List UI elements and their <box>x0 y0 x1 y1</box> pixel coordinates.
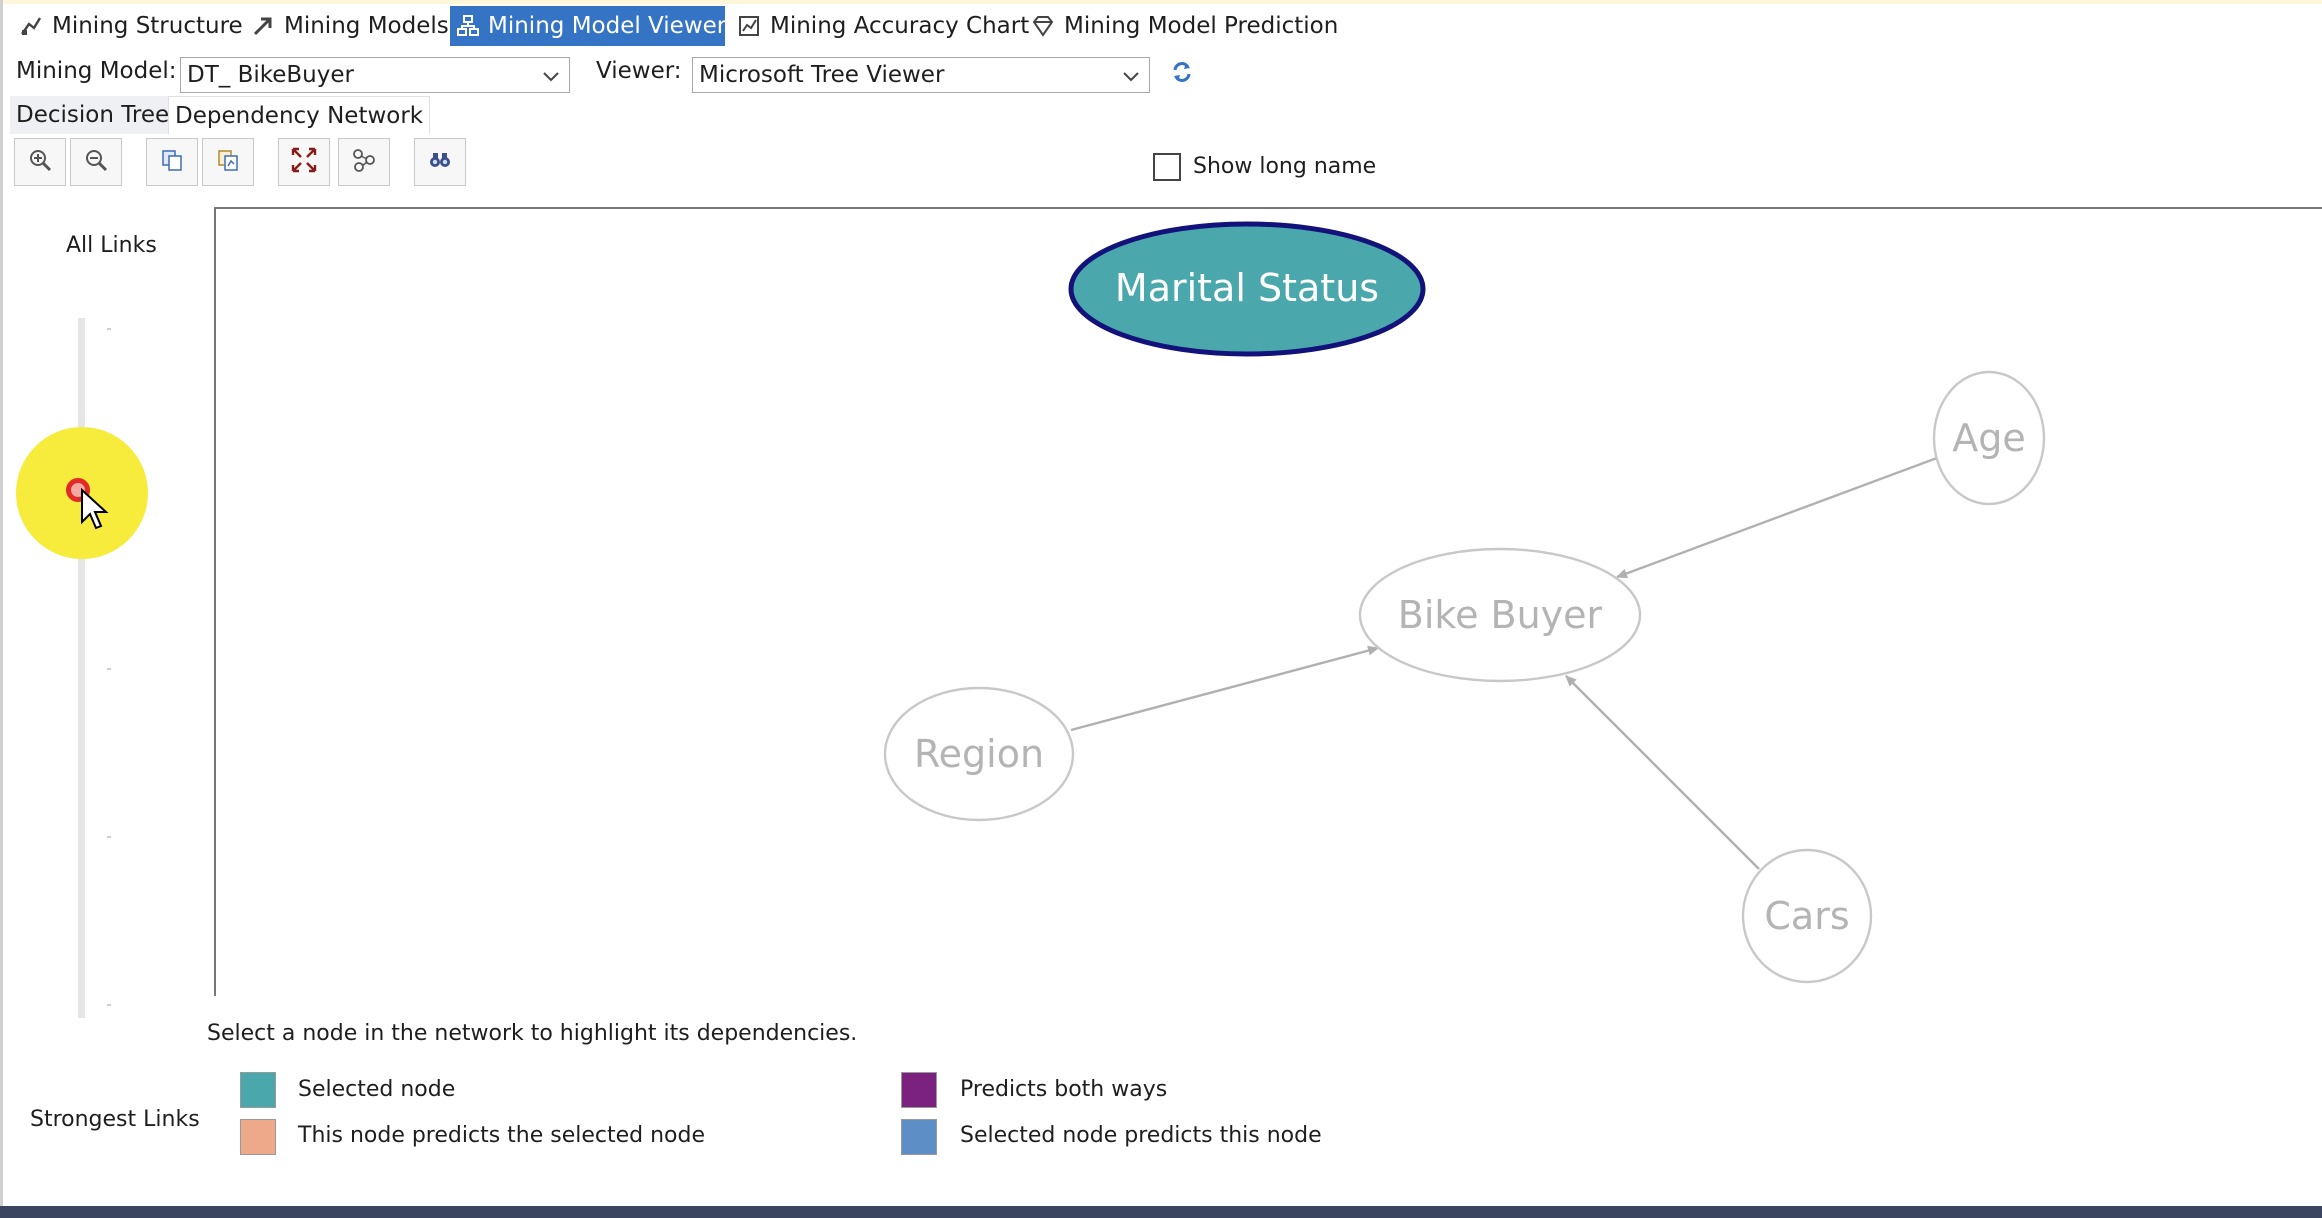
tab-dependency-network[interactable]: Dependency Network <box>168 96 431 134</box>
tab-label: Mining Structure <box>52 13 243 39</box>
node-label: Region <box>914 732 1044 776</box>
legend-label: Selected node predicts this node <box>960 1123 1322 1148</box>
subtab-label: Dependency Network <box>175 102 424 129</box>
legend-swatch-predicts-both-ways <box>901 1072 937 1108</box>
legend-label: Predicts both ways <box>960 1077 1168 1102</box>
slider-tick <box>107 328 111 330</box>
show-long-name-label: Show long name <box>1193 154 1377 179</box>
mining-structure-icon <box>18 13 44 39</box>
tab-mining-structure[interactable]: Mining Structure <box>12 6 251 46</box>
prediction-icon <box>1030 13 1056 39</box>
network-hint: Select a node in the network to highligh… <box>207 1021 858 1046</box>
tab-label: Mining Model Viewer <box>488 13 727 39</box>
chevron-down-icon <box>541 66 561 92</box>
accuracy-chart-icon <box>736 13 762 39</box>
network-node-marital-status[interactable]: Marital Status <box>1068 221 1426 357</box>
tab-decision-tree[interactable]: Decision Tree <box>10 96 176 134</box>
mining-model-label: Mining Model: <box>16 58 177 84</box>
node-label: Marital Status <box>1115 266 1379 310</box>
slider-tick <box>107 668 111 670</box>
legend-swatch-predicts-selected <box>240 1119 276 1155</box>
copy-graph-icon <box>215 147 241 177</box>
zoom-out-icon <box>83 147 109 177</box>
copy-button[interactable] <box>146 138 198 186</box>
tab-label: Mining Accuracy Chart <box>770 13 1030 39</box>
viewer-value: Microsoft Tree Viewer <box>699 62 945 88</box>
zoom-in-icon <box>27 147 53 177</box>
layout-icon <box>350 146 378 178</box>
fit-to-window-button[interactable] <box>278 138 330 186</box>
legend-label: Selected node <box>298 1077 456 1102</box>
tab-mining-accuracy-chart[interactable]: Mining Accuracy Chart <box>730 6 1037 46</box>
slider-top-label: All Links <box>66 233 157 258</box>
tab-label: Mining Models <box>284 13 449 39</box>
tab-mining-models[interactable]: Mining Models <box>244 6 457 46</box>
show-long-name-checkbox[interactable] <box>1153 153 1181 181</box>
mining-models-icon <box>250 13 276 39</box>
node-label: Bike Buyer <box>1398 593 1603 637</box>
chevron-down-icon <box>1121 66 1141 92</box>
network-node-cars[interactable]: Cars <box>1741 848 1873 984</box>
tab-mining-model-prediction[interactable]: Mining Model Prediction <box>1024 6 1346 46</box>
edge-region-to-bike-buyer <box>1070 645 1379 732</box>
legend-swatch-selected-node <box>240 1072 276 1108</box>
refresh-icon[interactable] <box>1168 58 1196 86</box>
dependency-network-canvas[interactable]: Marital Status Age Bike Buyer Region Car… <box>214 207 2322 996</box>
mining-model-value: DT_ BikeBuyer <box>187 62 354 88</box>
mouse-pointer-icon <box>80 487 110 536</box>
designer-tabs: Mining Structure Mining Models Mining Mo… <box>0 6 2322 46</box>
subtab-label: Decision Tree <box>16 102 170 128</box>
copy-graph-button[interactable] <box>202 138 254 186</box>
tab-label: Mining Model Prediction <box>1064 13 1339 39</box>
node-label: Age <box>1952 416 2026 460</box>
status-bar <box>0 1206 2322 1218</box>
window-left-edge <box>0 0 3 1218</box>
layout-button[interactable] <box>338 138 390 186</box>
link-strength-slider-track[interactable] <box>78 318 85 1018</box>
node-label: Cars <box>1764 894 1849 938</box>
legend-swatch-selected-predicts-this <box>901 1119 937 1155</box>
zoom-in-button[interactable] <box>14 138 66 186</box>
network-node-region[interactable]: Region <box>883 686 1075 822</box>
edge-cars-to-bike-buyer <box>1565 675 1760 870</box>
copy-icon <box>159 147 185 177</box>
top-accent-line <box>0 0 2322 4</box>
legend-label: This node predicts the selected node <box>298 1123 706 1148</box>
slider-tick <box>107 836 111 838</box>
tab-mining-model-viewer[interactable]: Mining Model Viewer <box>450 6 727 46</box>
find-node-icon <box>427 147 453 177</box>
viewer-dropdown[interactable]: Microsoft Tree Viewer <box>692 57 1150 93</box>
zoom-out-button[interactable] <box>70 138 122 186</box>
edge-age-to-bike-buyer <box>1616 456 1938 579</box>
fit-to-window-icon <box>290 146 318 178</box>
mining-model-dropdown[interactable]: DT_ BikeBuyer <box>180 57 570 93</box>
find-node-button[interactable] <box>414 138 466 186</box>
network-node-age[interactable]: Age <box>1932 370 2046 506</box>
slider-tick <box>107 1004 111 1006</box>
network-node-bike-buyer[interactable]: Bike Buyer <box>1358 547 1642 683</box>
slider-bottom-label: Strongest Links <box>30 1107 200 1132</box>
mining-model-viewer-icon <box>456 13 480 39</box>
viewer-label: Viewer: <box>596 58 682 84</box>
